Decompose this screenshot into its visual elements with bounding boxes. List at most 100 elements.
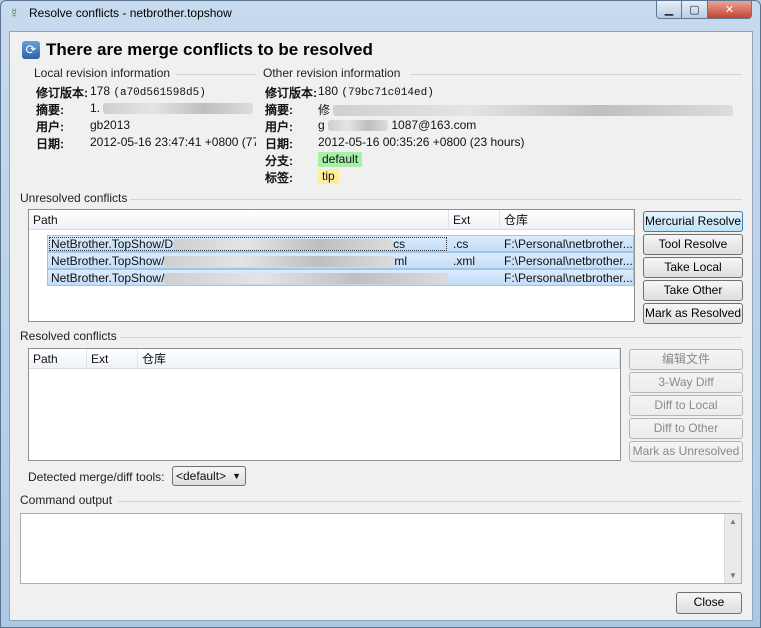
other-revision-hash: (79bc71c014ed)	[341, 87, 434, 99]
local-revision-number: 178	[90, 84, 111, 98]
local-divider	[176, 74, 256, 75]
ext-cell: .cs	[453, 237, 469, 251]
resolved-label: Resolved conflicts	[20, 329, 117, 343]
close-icon: ✕	[724, 4, 735, 16]
close-window-button[interactable]: ✕	[708, 1, 752, 19]
path-cell: NetBrother.TopShow/D cs	[48, 236, 448, 252]
take-local-button[interactable]: Take Local	[643, 257, 743, 278]
ext-cell: .xml	[453, 254, 475, 268]
unresolved-label: Unresolved conflicts	[20, 191, 128, 205]
other-divider	[410, 74, 742, 75]
other-summary-key: 摘要:	[265, 103, 293, 117]
redacted-text	[103, 103, 254, 115]
repo-cell: F:\Personal\netbrother....	[504, 271, 633, 285]
table-row[interactable]: NetBrother.TopShow/D cs .cs F:\Personal\n…	[47, 235, 634, 252]
local-revision-label: Local revision information	[34, 66, 171, 80]
local-summary-text: 1.	[90, 101, 101, 115]
other-tags-key: 标签:	[265, 171, 293, 185]
command-output-scrollbar[interactable]: ▲ ▼	[724, 514, 741, 583]
dialog-body: ⟳ There are merge conflicts to be resolv…	[9, 31, 753, 621]
redacted-text	[328, 120, 389, 132]
maximize-button[interactable]: ▢	[682, 1, 708, 19]
branch-badge: default	[318, 152, 363, 167]
local-user-value: gb2013	[90, 118, 131, 132]
other-user-suffix: 1087@163.com	[391, 118, 477, 132]
other-revision-number: 180	[318, 84, 339, 98]
minimize-icon: ▁	[664, 4, 674, 16]
other-summary-text: 修	[318, 103, 331, 117]
close-button[interactable]: Close	[676, 592, 742, 614]
diff-to-other-button[interactable]: Diff to Other	[629, 418, 743, 439]
redacted-text	[164, 273, 448, 285]
column-header-path[interactable]: Path	[29, 210, 449, 230]
other-revision-label: Other revision information	[263, 66, 401, 80]
page-title: There are merge conflicts to be resolved	[46, 40, 373, 59]
other-revision-key: 修订版本:	[265, 86, 317, 100]
maximize-icon: ▢	[689, 4, 700, 16]
scroll-up-icon[interactable]: ▲	[725, 517, 741, 526]
column-header-repo[interactable]: 仓库	[138, 349, 620, 369]
mark-unresolved-button[interactable]: Mark as Unresolved	[629, 441, 743, 462]
tag-badge: tip	[318, 169, 339, 184]
redacted-text	[333, 105, 734, 117]
other-date-value: 2012-05-16 00:35:26 +0800 (23 hours)	[318, 135, 525, 149]
table-row[interactable]: NetBrother.TopShow/ F:\Personal\netbroth…	[47, 269, 634, 286]
diff-to-local-button[interactable]: Diff to Local	[629, 395, 743, 416]
title-bar[interactable]: ☿ Resolve conflicts - netbrother.topshow…	[1, 1, 760, 25]
minimize-button[interactable]: ▁	[656, 1, 682, 19]
repo-cell: F:\Personal\netbrother....	[504, 254, 633, 268]
other-date-key: 日期:	[265, 137, 293, 151]
column-header-repo[interactable]: 仓库	[500, 210, 634, 230]
column-header-path[interactable]: Path	[29, 349, 87, 369]
command-output-area[interactable]: ▲ ▼	[20, 513, 742, 584]
other-revision-value: 180 (79bc71c014ed)	[318, 84, 434, 99]
local-summary-value: 1.	[90, 101, 256, 115]
tool-resolve-button[interactable]: Tool Resolve	[643, 234, 743, 255]
resolve-conflicts-window: ☿ Resolve conflicts - netbrother.topshow…	[0, 0, 761, 628]
mercurial-resolve-button[interactable]: Mercurial Resolve	[643, 211, 743, 232]
other-summary-value: 修	[318, 101, 748, 118]
chevron-down-icon: ▼	[232, 471, 241, 481]
local-date-key: 日期:	[36, 137, 64, 151]
local-summary-key: 摘要:	[36, 103, 64, 117]
three-way-diff-button[interactable]: 3-Way Diff	[629, 372, 743, 393]
unresolved-divider	[130, 199, 742, 200]
merge-tool-select[interactable]: <default> ▼	[172, 466, 246, 486]
other-branch-key: 分支:	[265, 154, 293, 168]
unresolved-conflicts-list[interactable]: Path Ext 仓库 NetBrother.TopShow/D cs .cs F…	[28, 209, 635, 322]
path-suffix: ml	[394, 254, 408, 268]
column-header-ext[interactable]: Ext	[87, 349, 138, 369]
command-output-divider	[118, 501, 742, 502]
scroll-down-icon[interactable]: ▼	[725, 571, 741, 580]
path-suffix: cs	[393, 237, 406, 251]
repo-cell: F:\Personal\netbrother....	[504, 237, 633, 251]
merge-tool-selected: <default>	[176, 469, 227, 483]
path-text: NetBrother.TopShow/	[51, 254, 165, 268]
table-row[interactable]: NetBrother.TopShow/ml .xml F:\Personal\n…	[47, 252, 634, 269]
local-revision-key: 修订版本:	[36, 86, 88, 100]
local-date-value: 2012-05-16 23:47:41 +0800 (77	[90, 135, 256, 149]
take-other-button[interactable]: Take Other	[643, 280, 743, 301]
other-user-key: 用户:	[265, 120, 293, 134]
other-user-value: g 1087@163.com	[318, 118, 476, 132]
refresh-icon: ⟳	[22, 41, 40, 59]
edit-file-button[interactable]: 编辑文件	[629, 349, 743, 370]
redacted-text	[173, 239, 394, 251]
ext-cell	[450, 270, 500, 286]
command-output-label: Command output	[20, 493, 113, 507]
window-title: Resolve conflicts - netbrother.topshow	[29, 6, 232, 20]
local-revision-hash: (a70d561598d5)	[113, 87, 206, 99]
resolved-divider	[120, 337, 742, 338]
mark-resolved-button[interactable]: Mark as Resolved	[643, 303, 743, 324]
other-user-prefix: g	[318, 118, 325, 132]
mercurial-icon: ☿	[9, 5, 20, 21]
path-cell: NetBrother.TopShow/	[48, 270, 448, 286]
path-text: NetBrother.TopShow/	[51, 271, 165, 285]
path-cell: NetBrother.TopShow/ml	[48, 253, 448, 269]
redacted-text	[164, 256, 395, 268]
path-text: NetBrother.TopShow/D	[51, 237, 174, 251]
resolved-conflicts-list[interactable]: Path Ext 仓库	[28, 348, 621, 461]
window-controls: ▁ ▢ ✕	[656, 1, 752, 19]
column-header-ext[interactable]: Ext	[449, 210, 500, 230]
local-revision-value: 178 (a70d561598d5)	[90, 84, 206, 99]
